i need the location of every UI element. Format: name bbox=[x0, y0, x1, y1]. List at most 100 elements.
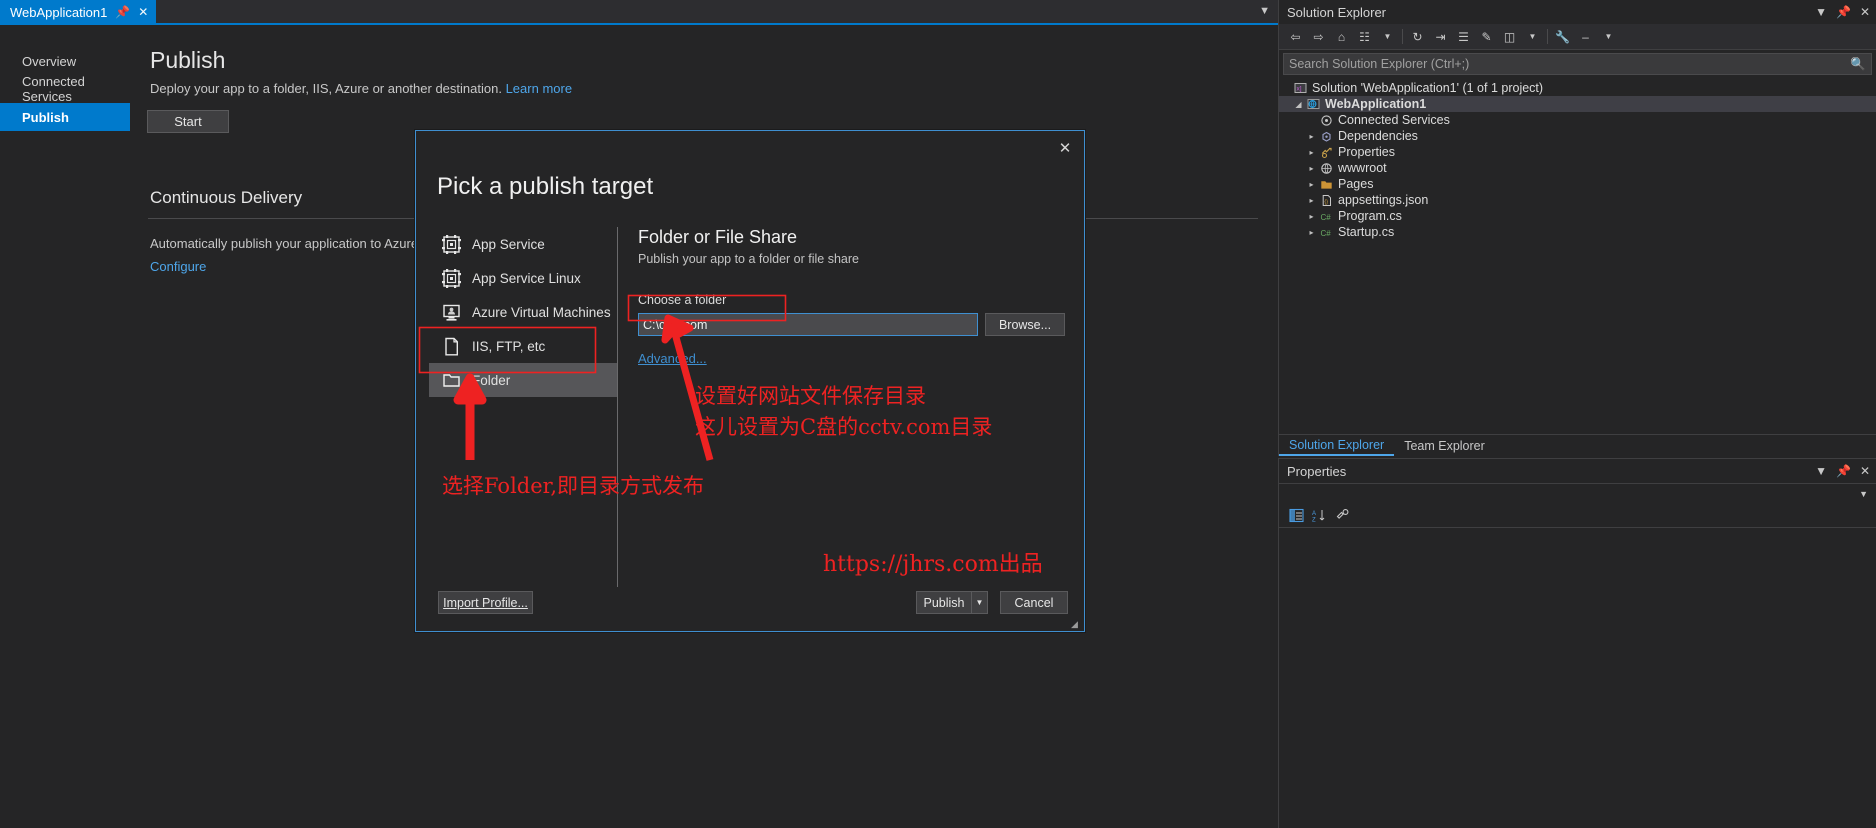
pin-icon[interactable]: 📌 bbox=[1836, 5, 1851, 19]
tree-row[interactable]: ▸ Dependencies bbox=[1279, 128, 1876, 144]
close-icon[interactable]: ✕ bbox=[1860, 464, 1870, 478]
chevron-down-icon[interactable]: ▼ bbox=[971, 591, 988, 614]
tab-solution-explorer[interactable]: Solution Explorer bbox=[1279, 435, 1395, 456]
csharp-icon: C# bbox=[1318, 210, 1334, 223]
close-icon[interactable]: ✕ bbox=[1860, 5, 1870, 19]
nav-item-connected-services[interactable]: Connected Services bbox=[0, 74, 130, 104]
twisty-icon[interactable]: ▸ bbox=[1305, 164, 1318, 173]
search-placeholder: Search Solution Explorer (Ctrl+;) bbox=[1289, 57, 1470, 71]
switch-views-icon[interactable]: ☷ bbox=[1356, 28, 1373, 45]
chevron-down-icon[interactable]: ▼ bbox=[1524, 28, 1541, 45]
tree-row[interactable]: Connected Services bbox=[1279, 112, 1876, 128]
annotation-path-note-line2: 这儿设置为C盘的cctv.com目录 bbox=[695, 415, 993, 439]
annotation-folder-note: 选择Folder,即目录方式发布 bbox=[442, 474, 705, 498]
chevron-down-icon[interactable]: ▼ bbox=[1815, 464, 1827, 478]
collapse-all-icon[interactable]: ⇥ bbox=[1432, 28, 1449, 45]
iis-ftp-icon bbox=[442, 337, 461, 356]
close-icon[interactable]: ✕ bbox=[1052, 137, 1078, 159]
cancel-button[interactable]: Cancel bbox=[1000, 591, 1068, 614]
tree-label: Solution 'WebApplication1' (1 of 1 proje… bbox=[1312, 81, 1544, 95]
resize-grip-icon[interactable]: ◢ bbox=[1071, 619, 1081, 629]
solution-icon: x] bbox=[1292, 82, 1308, 95]
chevron-down-icon[interactable]: ▼ bbox=[1259, 5, 1270, 17]
choose-folder-label: Choose a folder bbox=[638, 293, 727, 307]
target-item-app-service[interactable]: App Service bbox=[429, 227, 617, 261]
alphabetical-icon[interactable]: AZ bbox=[1310, 506, 1329, 525]
forward-icon[interactable]: ⇨ bbox=[1310, 28, 1327, 45]
preview-icon[interactable]: ◫ bbox=[1501, 28, 1518, 45]
tab-label: Solution Explorer bbox=[1289, 437, 1385, 452]
dialog-heading: Pick a publish target bbox=[437, 173, 654, 200]
tree-label: Pages bbox=[1338, 177, 1374, 191]
tree-row[interactable]: ▸ wwwroot bbox=[1279, 160, 1876, 176]
tree-row[interactable]: ◢ WebApplication1 bbox=[1279, 96, 1876, 112]
properties-panel: Properties ▼ 📌 ✕ ▼ AZ bbox=[1278, 458, 1876, 828]
dialog-divider bbox=[617, 227, 618, 587]
folder-target-detail: Folder or File Share Publish your app to… bbox=[638, 227, 1074, 366]
twisty-icon[interactable]: ▸ bbox=[1305, 132, 1318, 141]
page-title: Publish bbox=[150, 47, 226, 73]
twisty-icon[interactable]: ▸ bbox=[1305, 148, 1318, 157]
property-pages-icon[interactable] bbox=[1333, 506, 1352, 525]
target-item-iis-ftp[interactable]: IIS, FTP, etc bbox=[429, 329, 617, 363]
folder-path-input[interactable] bbox=[638, 313, 978, 336]
twisty-icon[interactable]: ▸ bbox=[1305, 212, 1318, 221]
tab-team-explorer[interactable]: Team Explorer bbox=[1394, 435, 1495, 456]
tree-row[interactable]: ▸ Properties bbox=[1279, 144, 1876, 160]
description-text: Deploy your app to a folder, IIS, Azure … bbox=[150, 81, 502, 96]
minus-icon[interactable]: – bbox=[1577, 28, 1594, 45]
back-icon[interactable]: ⇦ bbox=[1287, 28, 1304, 45]
properties-icon[interactable]: ✎ bbox=[1478, 28, 1495, 45]
continuous-delivery-title: Continuous Delivery bbox=[150, 188, 303, 207]
tree-label: Startup.cs bbox=[1338, 225, 1395, 239]
detail-subtitle: Publish your app to a folder or file sha… bbox=[638, 252, 859, 266]
tree-label: WebApplication1 bbox=[1325, 97, 1427, 111]
annotation-path-note-line1: 设置好网站文件保存目录 bbox=[695, 384, 926, 408]
configure-link[interactable]: Configure bbox=[150, 259, 206, 274]
chevron-down-icon[interactable]: ▼ bbox=[1859, 489, 1868, 499]
csharp-icon: C# bbox=[1318, 226, 1334, 239]
chevron-down-icon[interactable]: ▼ bbox=[1379, 28, 1396, 45]
chevron-down-icon[interactable]: ▼ bbox=[1815, 5, 1827, 19]
properties-toolbar: AZ bbox=[1279, 504, 1876, 528]
search-solution-explorer-input[interactable]: Search Solution Explorer (Ctrl+;) 🔍 bbox=[1283, 53, 1872, 75]
pin-icon[interactable]: 📌 bbox=[1836, 464, 1851, 478]
target-item-folder[interactable]: Folder bbox=[429, 363, 617, 397]
tree-row[interactable]: ▸ C# Startup.cs bbox=[1279, 224, 1876, 240]
pin-icon[interactable]: 📌 bbox=[115, 5, 130, 19]
app-service-icon bbox=[442, 234, 461, 254]
tree-label: appsettings.json bbox=[1338, 193, 1429, 207]
tab-webapplication1[interactable]: WebApplication1 📌 ✕ bbox=[0, 0, 157, 24]
home-icon[interactable]: ⌂ bbox=[1333, 28, 1350, 45]
twisty-icon[interactable]: ▸ bbox=[1305, 196, 1318, 205]
tree-row[interactable]: ▸ C# Program.cs bbox=[1279, 208, 1876, 224]
twisty-icon[interactable]: ▸ bbox=[1305, 228, 1318, 237]
tree-row[interactable]: ▸ {} appsettings.json bbox=[1279, 192, 1876, 208]
wrench-icon[interactable]: 🔧 bbox=[1554, 28, 1571, 45]
tree-label: Properties bbox=[1338, 145, 1395, 159]
advanced-link[interactable]: Advanced... bbox=[638, 351, 707, 366]
chevron-down-icon[interactable]: ▼ bbox=[1600, 28, 1617, 45]
import-profile-button[interactable]: Import Profile... bbox=[438, 591, 533, 614]
twisty-icon[interactable]: ◢ bbox=[1292, 100, 1305, 109]
learn-more-link[interactable]: Learn more bbox=[506, 81, 572, 96]
search-icon[interactable]: 🔍 bbox=[1850, 57, 1866, 72]
tab-label: WebApplication1 bbox=[10, 4, 108, 20]
target-item-app-service-linux[interactable]: App Service Linux bbox=[429, 261, 617, 295]
tree-row[interactable]: x] Solution 'WebApplication1' (1 of 1 pr… bbox=[1279, 80, 1876, 96]
tree-row[interactable]: ▸ Pages bbox=[1279, 176, 1876, 192]
twisty-icon[interactable]: ▸ bbox=[1305, 180, 1318, 189]
target-item-azure-virtual-machines[interactable]: Azure Virtual Machines bbox=[429, 295, 617, 329]
browse-button[interactable]: Browse... bbox=[985, 313, 1065, 336]
nav-item-overview[interactable]: Overview bbox=[0, 47, 130, 75]
panel-title: Properties bbox=[1287, 463, 1347, 479]
azure-vm-icon bbox=[442, 303, 461, 322]
refresh-icon[interactable]: ↻ bbox=[1409, 28, 1426, 45]
show-all-files-icon[interactable]: ☰ bbox=[1455, 28, 1472, 45]
publish-button[interactable]: Publish bbox=[916, 591, 971, 614]
categorized-icon[interactable] bbox=[1287, 506, 1306, 525]
start-button[interactable]: Start bbox=[147, 110, 229, 133]
nav-item-label: Publish bbox=[22, 109, 69, 125]
close-icon[interactable]: ✕ bbox=[138, 5, 148, 19]
nav-item-publish[interactable]: Publish bbox=[0, 103, 130, 131]
